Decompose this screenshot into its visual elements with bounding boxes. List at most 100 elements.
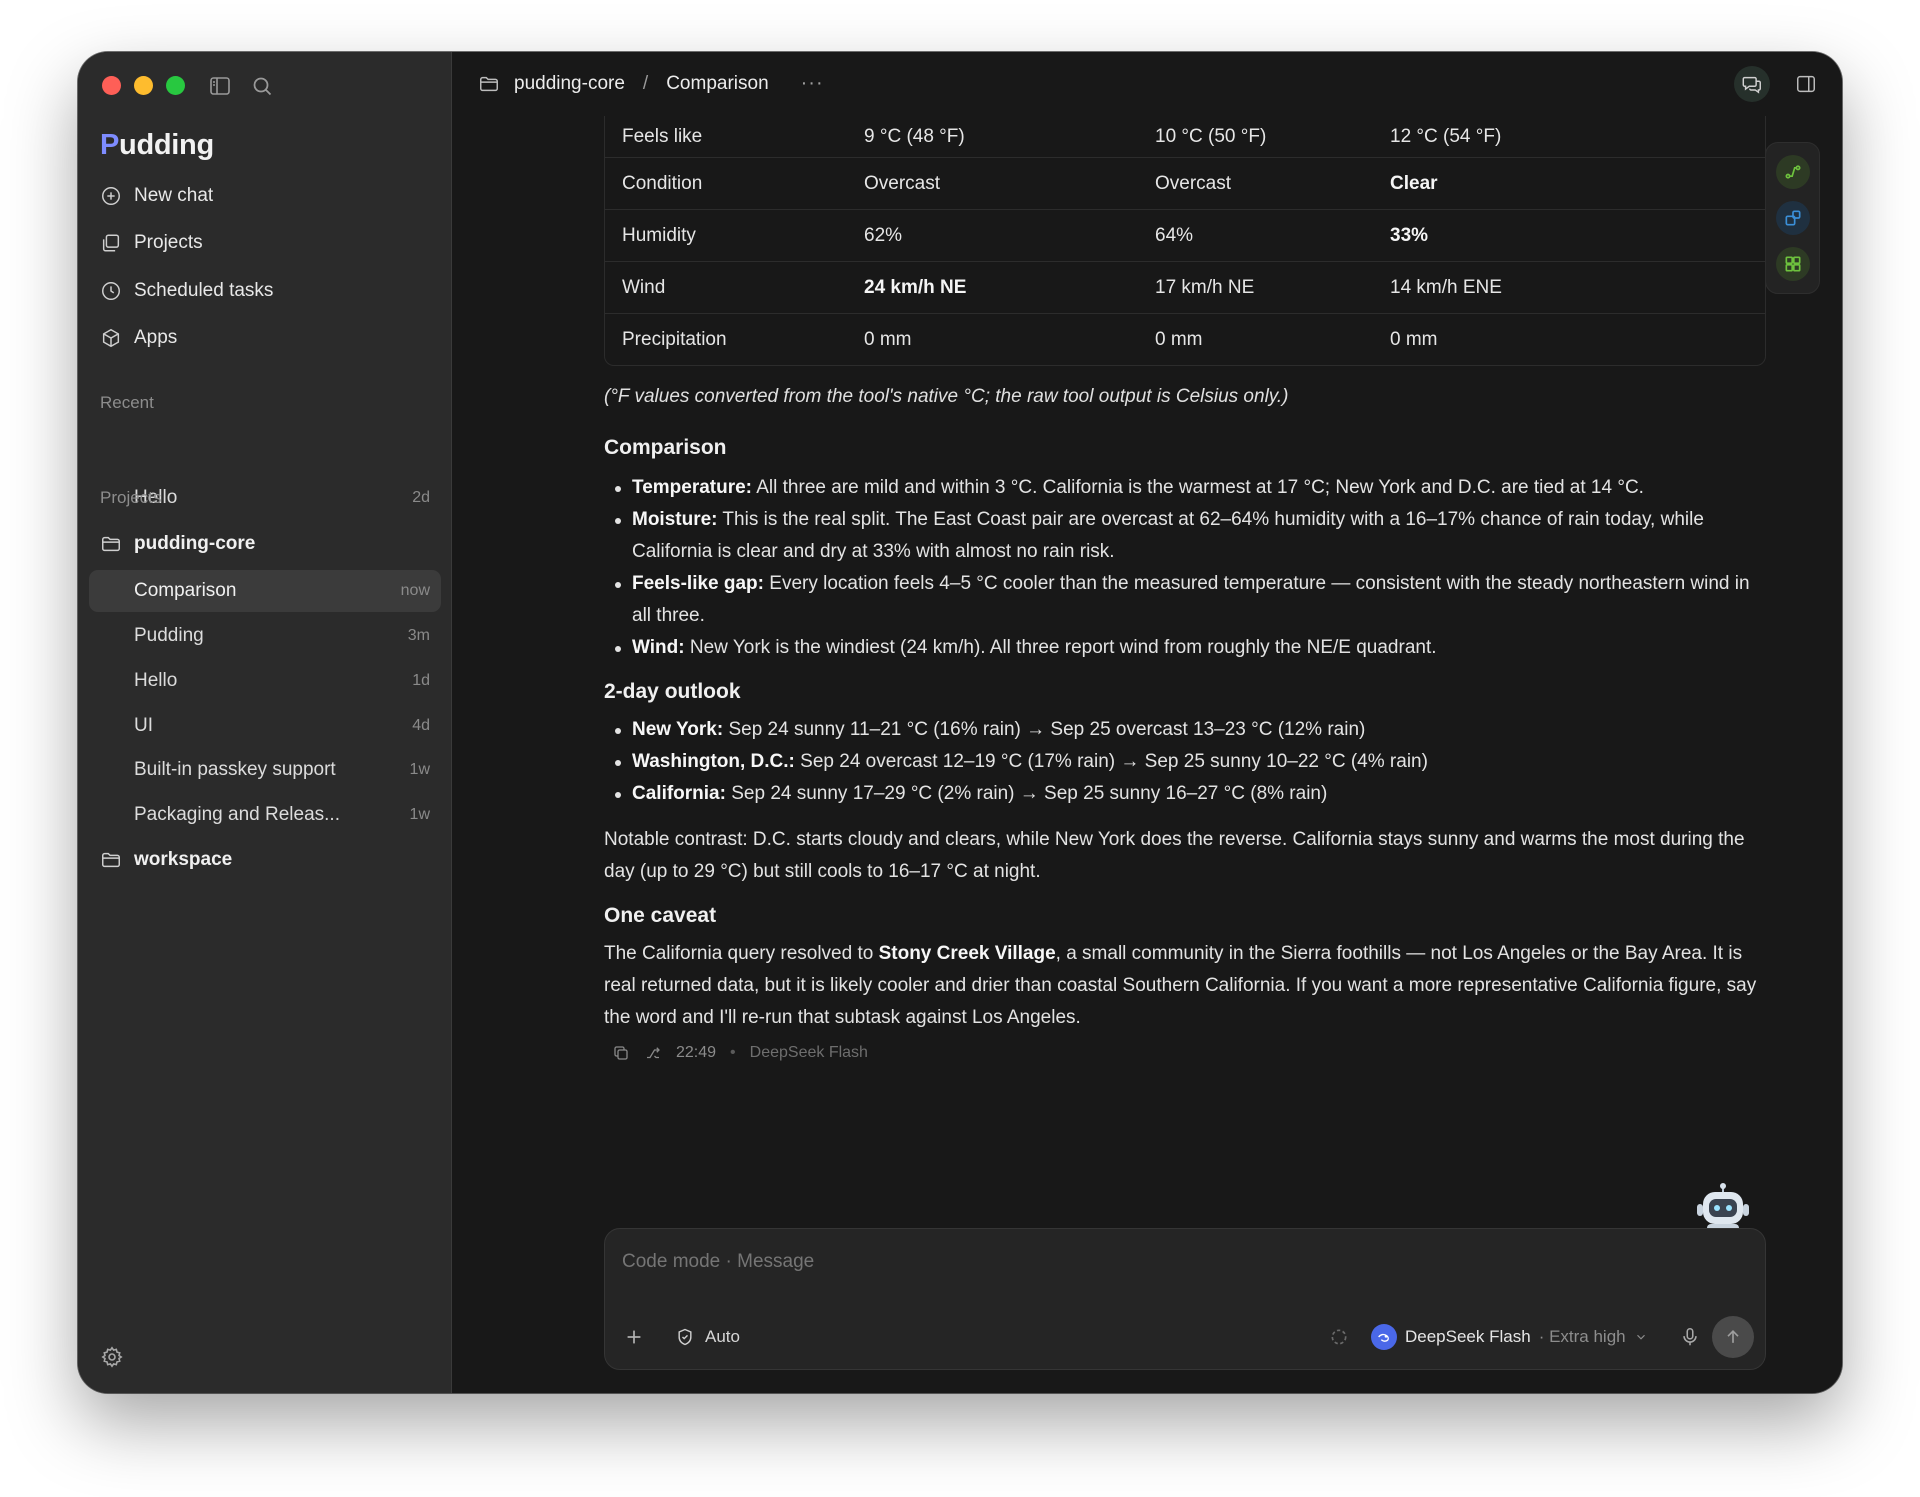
sidebar-toggle-icon[interactable] <box>208 74 232 98</box>
list-item: Feels-like gap: Every location feels 4–5… <box>604 568 1766 632</box>
send-button[interactable] <box>1712 1316 1754 1358</box>
grid-icon <box>1785 210 1800 226</box>
project-pudding-core[interactable]: pudding-core <box>100 524 430 564</box>
composer-toolbar: Auto DeepSeek Flash · Extra high <box>605 1316 1765 1358</box>
minimize-window-button[interactable] <box>134 76 153 95</box>
table-cell: 62% <box>847 209 1138 261</box>
nav-label: Apps <box>134 327 178 348</box>
table-cell: 0 mm <box>847 313 1138 365</box>
table-row: Condition Overcast Overcast Clear <box>605 157 1765 209</box>
message-meta: 22:49 • DeepSeek Flash <box>604 1044 1766 1062</box>
project-workspace[interactable]: workspace <box>100 840 430 880</box>
fork-icon[interactable] <box>644 1044 662 1062</box>
project-name: workspace <box>134 849 233 870</box>
project-chat-item[interactable]: Hello 1d <box>89 660 441 702</box>
comparison-heading: Comparison <box>604 436 727 459</box>
outlook-list: New York: Sep 24 sunny 11–21 °C (16% rai… <box>604 714 1766 810</box>
chat-age: 4d <box>412 717 430 734</box>
nav-label: Scheduled tasks <box>134 280 274 301</box>
table-cell: 33% <box>1373 209 1765 261</box>
project-chat-item[interactable]: Comparison now <box>89 570 441 612</box>
breadcrumb-separator: / <box>642 72 649 94</box>
window-controls <box>102 76 185 95</box>
new-chat-button[interactable]: New chat <box>100 176 430 216</box>
table-cell: Overcast <box>1138 157 1373 209</box>
caveat-heading: One caveat <box>604 904 717 927</box>
model-effort: · Extra high <box>1538 1327 1626 1346</box>
list-item: Wind: New York is the windiest (24 km/h)… <box>604 632 1766 664</box>
chat-age: now <box>400 582 430 599</box>
table-cell: 17 km/h NE <box>1138 261 1373 313</box>
zoom-window-button[interactable] <box>166 76 185 95</box>
apps-button[interactable]: Apps <box>100 318 430 358</box>
chat-title: Built-in passkey support <box>134 759 336 780</box>
more-options-button[interactable]: ··· <box>801 72 824 95</box>
item-text: Sep 24 sunny 17–29 °C (2% rain) → Sep 25… <box>725 783 1328 804</box>
floating-tool-panel <box>1765 142 1820 294</box>
breadcrumb-chat-title[interactable]: Comparison <box>666 73 768 95</box>
folder-icon <box>102 536 120 552</box>
project-chat-item[interactable]: Built-in passkey support 1w <box>89 749 441 791</box>
table-row: Wind 24 km/h NE 17 km/h NE 14 km/h ENE <box>605 261 1765 313</box>
model-selector[interactable]: DeepSeek Flash · Extra high <box>1371 1324 1648 1350</box>
item-lead: Temperature: <box>632 477 753 498</box>
apps-tool-button[interactable] <box>1775 247 1810 281</box>
panel-icon <box>1797 75 1815 93</box>
projects-icon <box>102 234 120 252</box>
branch-icon <box>1785 165 1800 179</box>
share-tool-button[interactable] <box>1775 155 1810 189</box>
main-panel: pudding-core / Comparison ··· Feels like… <box>453 52 1842 1393</box>
model-name: DeepSeek Flash <box>1405 1327 1531 1346</box>
message-input-wrapper <box>622 1251 1322 1273</box>
message-composer: Auto DeepSeek Flash · Extra high <box>604 1228 1766 1370</box>
item-text: All three are mild and within 3 °C. Cali… <box>752 477 1644 498</box>
list-item: California: Sep 24 sunny 17–29 °C (2% ra… <box>604 778 1766 810</box>
meta-dot: • <box>730 1044 736 1061</box>
chat-title: Comparison <box>134 580 237 601</box>
arrow-up-icon <box>1727 1329 1739 1343</box>
scheduled-tasks-button[interactable]: Scheduled tasks <box>100 271 430 311</box>
copy-icon[interactable] <box>612 1044 630 1062</box>
table-cell: 14 km/h ENE <box>1373 261 1765 313</box>
project-chat-item[interactable]: Packaging and Releas... 1w <box>89 794 441 836</box>
chat-title: Hello <box>134 670 178 691</box>
project-chat-item[interactable]: Pudding 3m <box>89 615 441 657</box>
weather-table: Feels like 9 °C (48 °F) 10 °C (50 °F) 12… <box>604 116 1766 366</box>
item-lead: New York: <box>632 719 724 740</box>
caveat-text: The California query resolved to <box>604 943 879 964</box>
outlook-heading: 2-day outlook <box>604 680 741 703</box>
right-panel-toggle[interactable] <box>1788 66 1824 102</box>
message-input[interactable] <box>622 1251 1322 1273</box>
message-time: 22:49 <box>676 1044 717 1061</box>
deepseek-logo-icon <box>1371 1324 1397 1350</box>
shield-check-icon <box>678 1328 692 1346</box>
chat-title: Packaging and Releas... <box>134 804 340 825</box>
microphone-icon[interactable] <box>1679 1326 1701 1348</box>
row-label: Humidity <box>605 209 847 261</box>
app-logo: Pudding <box>100 129 214 161</box>
permission-mode-button[interactable]: Auto <box>675 1327 740 1347</box>
app-window: Pudding New chat Projects Scheduled task… <box>78 52 1842 1393</box>
breadcrumb-project[interactable]: pudding-core <box>514 73 625 95</box>
project-chat-item[interactable]: UI 4d <box>89 705 441 747</box>
grid-tool-button[interactable] <box>1775 201 1810 235</box>
nav-label: New chat <box>134 185 214 206</box>
folder-icon <box>480 76 498 91</box>
chat-view-button[interactable] <box>1734 66 1770 102</box>
item-text: Every location feels 4–5 °C cooler than … <box>632 573 1750 626</box>
folder-icon <box>102 852 120 868</box>
settings-gear-icon[interactable] <box>100 1345 124 1369</box>
blocks-icon <box>1785 256 1800 272</box>
table-cell: Clear <box>1373 157 1765 209</box>
conversion-note: (°F values converted from the tool's nat… <box>604 386 1289 407</box>
plus-icon[interactable] <box>623 1326 645 1348</box>
item-text: This is the real split. The East Coast p… <box>632 509 1704 562</box>
recent-section-label: Recent <box>100 393 154 412</box>
table-row: Feels like 9 °C (48 °F) 10 °C (50 °F) 12… <box>605 116 1765 157</box>
item-text: Sep 24 sunny 11–21 °C (16% rain) → Sep 2… <box>723 719 1366 740</box>
search-icon[interactable] <box>250 74 274 98</box>
chevron-down-icon <box>1636 1334 1645 1340</box>
nav-label: Projects <box>134 232 203 253</box>
projects-nav-button[interactable]: Projects <box>100 223 430 263</box>
close-window-button[interactable] <box>102 76 121 95</box>
